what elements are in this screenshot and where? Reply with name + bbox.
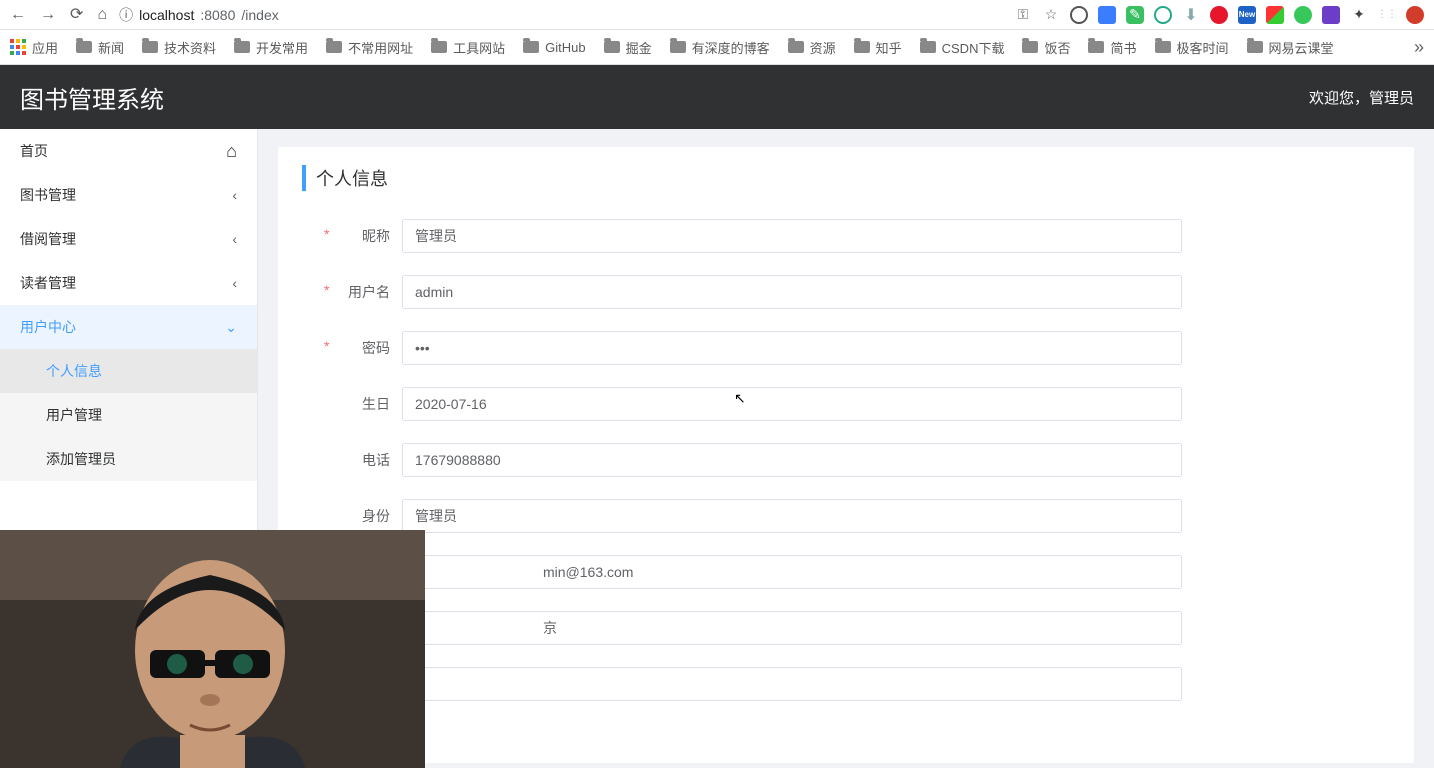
forward-icon[interactable]: → bbox=[40, 7, 56, 23]
evernote-icon[interactable]: ✎ bbox=[1126, 6, 1144, 24]
bookmark-tech[interactable]: 技术资料 bbox=[142, 38, 216, 57]
main-content: 个人信息 昵称 用户名 密码 生日 电话 身份 bbox=[258, 129, 1434, 768]
ext-icon-7[interactable]: ⋮⋮ bbox=[1378, 6, 1396, 24]
extensions-icon[interactable]: ✦ bbox=[1350, 6, 1368, 24]
address-bar[interactable]: ⓘ localhost :8080/index bbox=[119, 5, 279, 25]
username-input[interactable] bbox=[402, 275, 1182, 309]
bookmark-csdn[interactable]: CSDN下载 bbox=[920, 38, 1005, 57]
app-title: 图书管理系统 bbox=[20, 80, 164, 115]
email-input[interactable] bbox=[402, 555, 1182, 589]
sidebar-item-home[interactable]: 首页 ⌂ bbox=[0, 129, 257, 173]
home-icon[interactable]: ⌂ bbox=[97, 7, 107, 23]
sidebar-item-borrow[interactable]: 借阅管理 ‹ bbox=[0, 217, 257, 261]
ext-icon-6[interactable] bbox=[1322, 6, 1340, 24]
label-username: 用户名 bbox=[302, 282, 402, 302]
bookmark-news[interactable]: 新闻 bbox=[76, 38, 124, 57]
bookmark-resources[interactable]: 资源 bbox=[788, 38, 836, 57]
bookmark-blogs[interactable]: 有深度的博客 bbox=[670, 38, 770, 57]
download-icon[interactable]: ⬇ bbox=[1182, 6, 1200, 24]
sidebar-sub-addadmin[interactable]: 添加管理员 bbox=[0, 437, 257, 481]
bookmark-zhihu[interactable]: 知乎 bbox=[854, 38, 902, 57]
key-icon[interactable]: ⚿ bbox=[1014, 6, 1032, 24]
bookmark-fanfou[interactable]: 饭否 bbox=[1022, 38, 1070, 57]
ext-icon-3[interactable] bbox=[1154, 6, 1172, 24]
label-role: 身份 bbox=[302, 506, 402, 526]
label-phone: 电话 bbox=[302, 450, 402, 470]
nick-input[interactable] bbox=[402, 219, 1182, 253]
bookmark-dev[interactable]: 开发常用 bbox=[234, 38, 308, 57]
browser-toolbar: ← → ⟳ ⌂ ⓘ localhost :8080/index ⚿ ☆ ✎ ⬇ N… bbox=[0, 0, 1434, 30]
page-title: 个人信息 bbox=[302, 165, 1390, 191]
label-nick: 昵称 bbox=[302, 226, 402, 246]
bookmark-juejin[interactable]: 掘金 bbox=[604, 38, 652, 57]
back-icon[interactable]: ← bbox=[10, 7, 26, 23]
chevron-left-icon: ‹ bbox=[232, 231, 237, 247]
url-port: :8080 bbox=[200, 7, 235, 23]
ext-icon-8[interactable] bbox=[1406, 6, 1424, 24]
ext-icon-5[interactable] bbox=[1294, 6, 1312, 24]
bookmark-apps[interactable]: 应用 bbox=[10, 38, 58, 57]
label-password: 密码 bbox=[302, 338, 402, 358]
label-birthday: 生日 bbox=[302, 394, 402, 414]
bookmark-jianshu[interactable]: 简书 bbox=[1088, 38, 1136, 57]
chevron-down-icon: ⌄ bbox=[225, 319, 237, 336]
sidebar-item-usercenter[interactable]: 用户中心 ⌄ bbox=[0, 305, 257, 349]
webcam-overlay bbox=[0, 530, 425, 768]
ext-icon-4[interactable] bbox=[1266, 6, 1284, 24]
password-input[interactable] bbox=[402, 331, 1182, 365]
star-icon[interactable]: ☆ bbox=[1042, 6, 1060, 24]
address-input[interactable] bbox=[402, 611, 1182, 645]
toolbar-right: ⚿ ☆ ✎ ⬇ New ✦ ⋮⋮ bbox=[1014, 6, 1424, 24]
sidebar-item-readers[interactable]: 读者管理 ‹ bbox=[0, 261, 257, 305]
url-host: localhost bbox=[139, 7, 194, 23]
weibo-icon[interactable] bbox=[1210, 6, 1228, 24]
chevron-left-icon: ‹ bbox=[232, 275, 237, 291]
chevron-left-icon: ‹ bbox=[232, 187, 237, 203]
bookmark-geektime[interactable]: 极客时间 bbox=[1155, 38, 1229, 57]
phone-input[interactable] bbox=[402, 443, 1182, 477]
ext-icon-2[interactable] bbox=[1098, 6, 1116, 24]
ext-icon-1[interactable] bbox=[1070, 6, 1088, 24]
sidebar-sub-profile[interactable]: 个人信息 bbox=[0, 349, 257, 393]
ext-icon-new[interactable]: New bbox=[1238, 6, 1256, 24]
url-path: /index bbox=[241, 7, 278, 23]
bookmark-tools[interactable]: 工具网站 bbox=[431, 38, 505, 57]
reload-icon[interactable]: ⟳ bbox=[70, 7, 83, 23]
app-header: 图书管理系统 欢迎您，管理员 bbox=[0, 65, 1434, 129]
info-icon: ⓘ bbox=[119, 5, 133, 25]
sidebar-sub-usermgmt[interactable]: 用户管理 bbox=[0, 393, 257, 437]
home-nav-icon: ⌂ bbox=[226, 141, 237, 162]
welcome-text: 欢迎您，管理员 bbox=[1309, 87, 1414, 108]
bookmarks-overflow[interactable]: » bbox=[1414, 37, 1424, 58]
profile-card: 个人信息 昵称 用户名 密码 生日 电话 身份 bbox=[278, 147, 1414, 763]
bookmark-netease[interactable]: 网易云课堂 bbox=[1247, 38, 1334, 57]
birthday-input[interactable] bbox=[402, 387, 1182, 421]
bookmark-github[interactable]: GitHub bbox=[523, 40, 585, 55]
bookmarks-bar: 应用 新闻 技术资料 开发常用 不常用网址 工具网站 GitHub 掘金 有深度… bbox=[0, 30, 1434, 65]
sidebar-item-books[interactable]: 图书管理 ‹ bbox=[0, 173, 257, 217]
extra-input[interactable] bbox=[402, 667, 1182, 701]
role-input[interactable] bbox=[402, 499, 1182, 533]
bookmark-rare[interactable]: 不常用网址 bbox=[326, 38, 413, 57]
